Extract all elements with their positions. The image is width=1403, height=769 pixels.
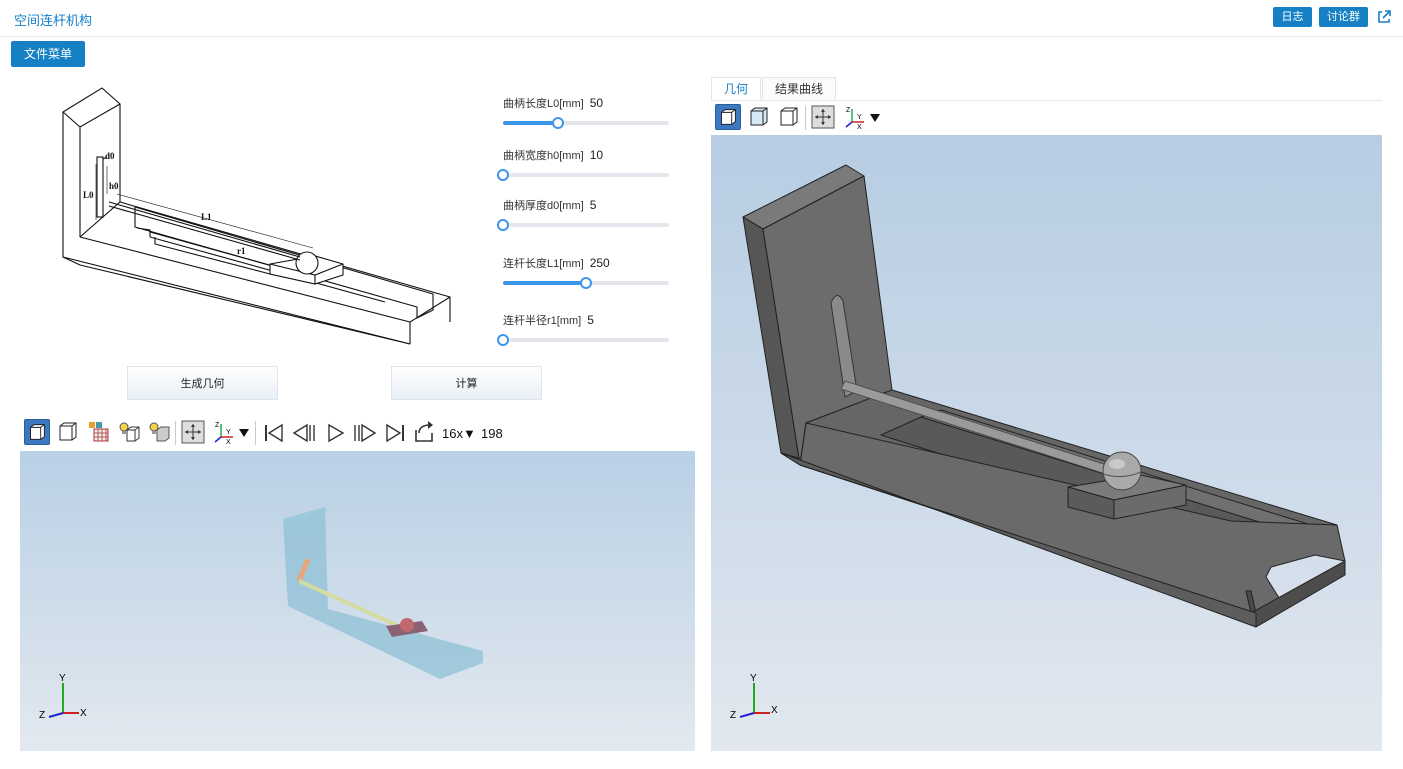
axis-triad-icon: Y X Z bbox=[39, 673, 87, 721]
param-slider[interactable] bbox=[497, 334, 669, 346]
svg-text:X: X bbox=[80, 708, 87, 719]
axis-triad-icon: Y X Z bbox=[730, 673, 778, 721]
compute-button[interactable]: 计算 bbox=[391, 366, 542, 400]
lighting-wireframe-icon[interactable] bbox=[116, 419, 142, 445]
param-value: 5 bbox=[589, 198, 597, 212]
shaded-view-icon[interactable] bbox=[24, 419, 50, 445]
mechanism-3d-model bbox=[742, 164, 1346, 628]
frame-number: 198 bbox=[481, 426, 503, 441]
svg-text:Z: Z bbox=[730, 710, 736, 721]
file-menu-button[interactable]: 文件菜单 bbox=[11, 41, 85, 67]
animated-mechanism-model bbox=[283, 507, 483, 679]
svg-text:X: X bbox=[226, 439, 231, 445]
dim-label-L0: L0 bbox=[83, 190, 94, 200]
svg-text:Y: Y bbox=[226, 429, 231, 436]
param-name: 曲柄厚度d0[mm] bbox=[503, 200, 584, 212]
param-label: 连杆半径r1[mm] 5 bbox=[503, 312, 594, 328]
param-label: 曲柄宽度h0[mm] 10 bbox=[503, 147, 603, 163]
slider-fill bbox=[503, 121, 558, 125]
generate-geometry-button[interactable]: 生成几何 bbox=[127, 366, 278, 400]
loop-playback-icon[interactable] bbox=[411, 419, 437, 445]
param-label: 曲柄厚度d0[mm] 5 bbox=[503, 197, 596, 213]
axis-dropdown-icon[interactable] bbox=[870, 114, 880, 122]
play-icon[interactable] bbox=[322, 420, 348, 446]
lighting-shaded-icon[interactable] bbox=[146, 419, 172, 445]
playback-speed-select[interactable]: 16x▼ bbox=[442, 426, 476, 441]
slider-handle[interactable] bbox=[497, 334, 509, 346]
animation-viewport[interactable]: Y X Z bbox=[20, 451, 695, 751]
param-label: 连杆长度L1[mm] 250 bbox=[503, 255, 610, 271]
param-value: 50 bbox=[589, 96, 604, 110]
dim-label-h0: h0 bbox=[109, 181, 119, 191]
next-frame-icon[interactable] bbox=[352, 420, 378, 446]
svg-text:Z: Z bbox=[215, 422, 220, 429]
tab-geometry[interactable]: 几何 bbox=[711, 77, 761, 101]
slider-handle[interactable] bbox=[497, 219, 509, 231]
mesh-view-icon[interactable] bbox=[86, 419, 112, 445]
dim-label-d0: d0 bbox=[105, 151, 115, 161]
last-frame-icon[interactable] bbox=[382, 420, 408, 446]
toolbar-separator bbox=[255, 421, 256, 445]
param-value: 5 bbox=[587, 313, 594, 327]
tab-result-curves[interactable]: 结果曲线 bbox=[762, 77, 836, 101]
app-header: 空间连杆机构 日志 讨论群 bbox=[0, 0, 1403, 37]
svg-text:Z: Z bbox=[39, 710, 45, 721]
param-slider[interactable] bbox=[503, 117, 669, 129]
param-label: 曲柄长度L0[mm] 50 bbox=[503, 95, 603, 111]
svg-text:Z: Z bbox=[846, 107, 851, 114]
previous-frame-icon[interactable] bbox=[291, 420, 317, 446]
svg-text:Y: Y bbox=[59, 673, 66, 684]
app-title: 空间连杆机构 bbox=[14, 13, 93, 28]
external-link-icon[interactable] bbox=[1376, 9, 1392, 25]
geometry-viewport[interactable]: Y X Z bbox=[711, 135, 1382, 751]
dim-label-r1: r1 bbox=[237, 246, 246, 256]
param-slider[interactable] bbox=[503, 277, 669, 289]
dim-label-L1: L1 bbox=[201, 212, 212, 222]
axis-dropdown-icon[interactable] bbox=[239, 429, 249, 437]
param-slider[interactable] bbox=[497, 219, 669, 231]
svg-text:X: X bbox=[857, 124, 862, 130]
toolbar-separator bbox=[805, 106, 806, 130]
shaded-view-icon[interactable] bbox=[715, 104, 741, 130]
first-frame-icon[interactable] bbox=[261, 420, 287, 446]
log-button[interactable]: 日志 bbox=[1273, 7, 1312, 27]
discussion-group-button[interactable]: 讨论群 bbox=[1319, 7, 1368, 27]
slider-fill bbox=[503, 281, 586, 285]
tab-divider bbox=[711, 100, 1382, 101]
shaded-edges-view-icon[interactable] bbox=[746, 104, 772, 130]
slider-handle[interactable] bbox=[497, 169, 509, 181]
wireframe-view-icon[interactable] bbox=[776, 104, 802, 130]
fit-view-icon[interactable] bbox=[180, 419, 206, 445]
toolbar-separator bbox=[175, 421, 176, 445]
svg-text:Y: Y bbox=[750, 673, 757, 684]
param-slider[interactable] bbox=[497, 169, 669, 181]
svg-text:X: X bbox=[771, 705, 778, 716]
param-value: 10 bbox=[589, 148, 604, 162]
axis-orientation-icon[interactable]: ZYX bbox=[212, 419, 238, 445]
slider-handle[interactable] bbox=[580, 277, 592, 289]
slider-handle[interactable] bbox=[551, 117, 564, 129]
param-name: 曲柄宽度h0[mm] bbox=[503, 150, 584, 162]
wireframe-view-icon[interactable] bbox=[55, 419, 81, 445]
axis-orientation-icon[interactable]: ZYX bbox=[843, 104, 869, 130]
param-value: 250 bbox=[589, 256, 610, 270]
param-name: 连杆长度L1[mm] bbox=[503, 258, 584, 270]
param-name: 曲柄长度L0[mm] bbox=[503, 98, 584, 110]
param-name: 连杆半径r1[mm] bbox=[503, 315, 582, 327]
svg-text:Y: Y bbox=[857, 114, 862, 121]
fit-view-icon[interactable] bbox=[810, 104, 836, 130]
mechanism-schematic-diagram: d0 h0 L0 L1 r1 bbox=[62, 87, 451, 345]
